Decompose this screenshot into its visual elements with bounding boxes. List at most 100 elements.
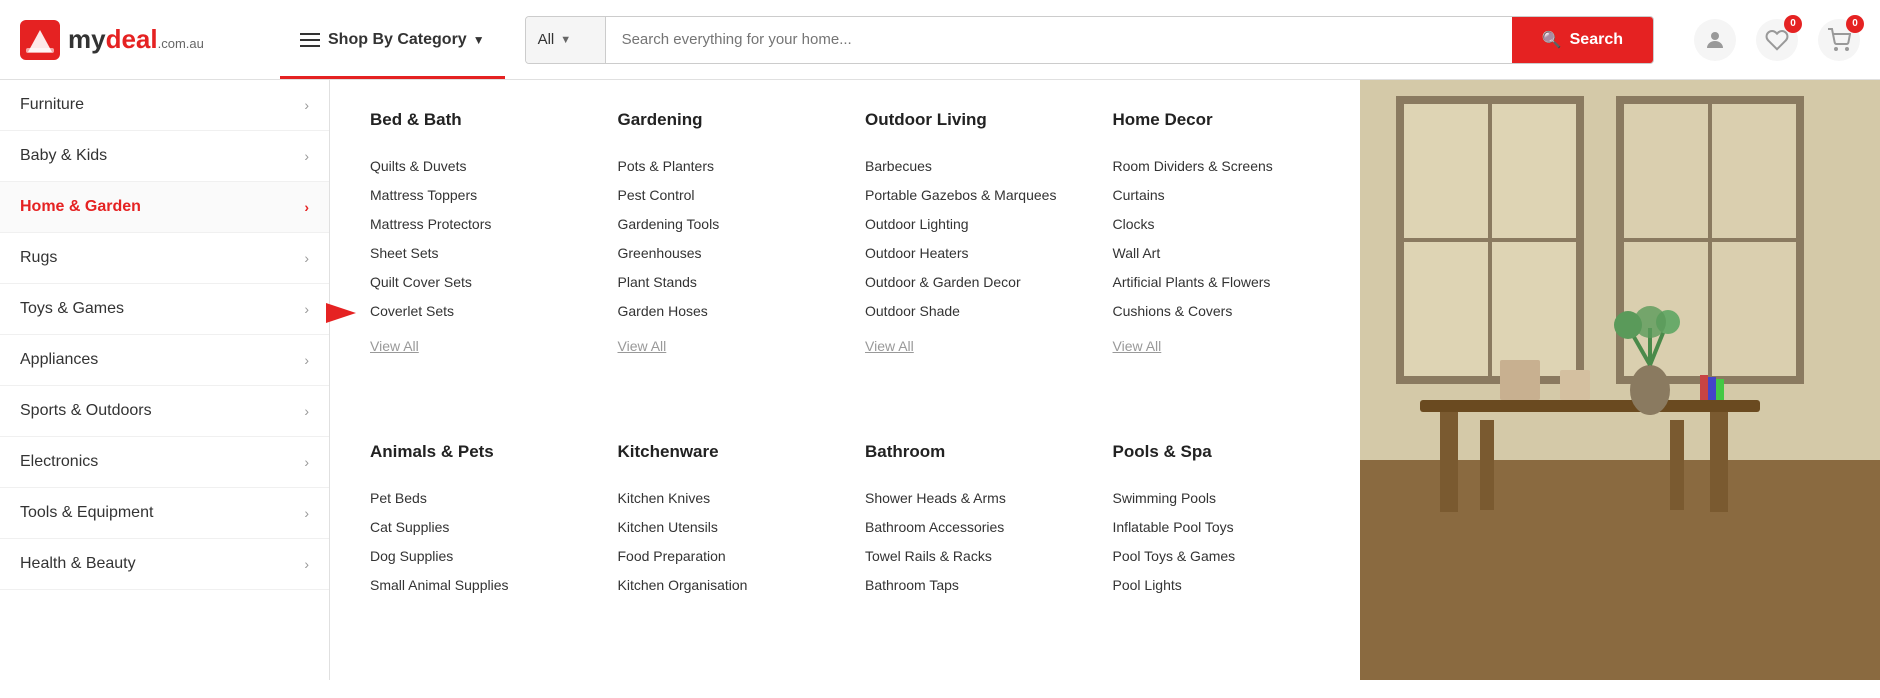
cart-icon (1827, 28, 1851, 52)
link-kitchen-organisation[interactable]: Kitchen Organisation (618, 571, 826, 600)
view-all-gardening[interactable]: View All (618, 332, 826, 361)
search-input[interactable] (606, 17, 1512, 63)
view-all-home-decor[interactable]: View All (1113, 332, 1321, 361)
sidebar-label-sports-outdoors: Sports & Outdoors (20, 402, 152, 420)
link-curtains[interactable]: Curtains (1113, 181, 1321, 210)
sidebar-label-furniture: Furniture (20, 96, 84, 114)
account-button[interactable] (1694, 19, 1736, 61)
link-kitchen-utensils[interactable]: Kitchen Utensils (618, 513, 826, 542)
link-bathroom-taps[interactable]: Bathroom Taps (865, 571, 1073, 600)
view-all-bed-bath[interactable]: View All (370, 332, 578, 361)
category-title-pools-spa: Pools & Spa (1113, 442, 1321, 470)
cart-button[interactable]: 0 (1818, 19, 1860, 61)
link-mattress-toppers[interactable]: Mattress Toppers (370, 181, 578, 210)
link-pet-beds[interactable]: Pet Beds (370, 484, 578, 513)
link-pest-control[interactable]: Pest Control (618, 181, 826, 210)
link-inflatable-pool-toys[interactable]: Inflatable Pool Toys (1113, 513, 1321, 542)
search-icon: 🔍 (1542, 30, 1562, 50)
link-clocks[interactable]: Clocks (1113, 210, 1321, 239)
sidebar-item-baby-kids[interactable]: Baby & Kids › (0, 131, 329, 182)
account-icon-circle (1694, 19, 1736, 61)
sidebar-item-electronics[interactable]: Electronics › (0, 437, 329, 488)
category-pools-spa: Pools & Spa Swimming Pools Inflatable Po… (1113, 442, 1321, 651)
category-outdoor-living: Outdoor Living Barbecues Portable Gazebo… (865, 110, 1073, 412)
chevron-right-icon-rugs: › (304, 250, 309, 266)
hamburger-icon (300, 33, 320, 47)
link-garden-hoses[interactable]: Garden Hoses (618, 297, 826, 326)
cart-badge: 0 (1846, 15, 1864, 33)
category-bathroom: Bathroom Shower Heads & Arms Bathroom Ac… (865, 442, 1073, 651)
logo-area: mydeal.com.au (20, 20, 280, 60)
link-outdoor-garden-decor[interactable]: Outdoor & Garden Decor (865, 268, 1073, 297)
chevron-right-icon-furniture: › (304, 97, 309, 113)
link-coverlet-sets[interactable]: Coverlet Sets (370, 297, 578, 326)
link-pool-lights[interactable]: Pool Lights (1113, 571, 1321, 600)
sidebar-item-sports-outdoors[interactable]: Sports & Outdoors › (0, 386, 329, 437)
link-dog-supplies[interactable]: Dog Supplies (370, 542, 578, 571)
link-quilt-cover-sets[interactable]: Quilt Cover Sets (370, 268, 578, 297)
logo-text: mydeal.com.au (68, 24, 204, 55)
link-plant-stands[interactable]: Plant Stands (618, 268, 826, 297)
chevron-right-icon-health-beauty: › (304, 556, 309, 572)
dropdown-panel: Bed & Bath Quilts & Duvets Mattress Topp… (330, 80, 1360, 680)
link-room-dividers[interactable]: Room Dividers & Screens (1113, 152, 1321, 181)
link-food-preparation[interactable]: Food Preparation (618, 542, 826, 571)
sidebar-item-toys-games[interactable]: Toys & Games › (0, 284, 329, 335)
sidebar-item-appliances[interactable]: Appliances › (0, 335, 329, 386)
link-greenhouses[interactable]: Greenhouses (618, 239, 826, 268)
chevron-right-icon-sports-outdoors: › (304, 403, 309, 419)
category-bed-bath: Bed & Bath Quilts & Duvets Mattress Topp… (370, 110, 578, 412)
link-pool-toys-games[interactable]: Pool Toys & Games (1113, 542, 1321, 571)
search-category-select[interactable]: All ▼ (526, 17, 606, 63)
sidebar-label-rugs: Rugs (20, 249, 57, 267)
link-swimming-pools[interactable]: Swimming Pools (1113, 484, 1321, 513)
category-gardening: Gardening Pots & Planters Pest Control G… (618, 110, 826, 412)
sidebar-label-health-beauty: Health & Beauty (20, 555, 136, 573)
sidebar-item-home-garden[interactable]: Home & Garden › (0, 182, 329, 233)
search-button-label: Search (1570, 31, 1623, 49)
link-wall-art[interactable]: Wall Art (1113, 239, 1321, 268)
link-shower-heads[interactable]: Shower Heads & Arms (865, 484, 1073, 513)
chevron-right-icon-appliances: › (304, 352, 309, 368)
link-kitchen-knives[interactable]: Kitchen Knives (618, 484, 826, 513)
link-gardening-tools[interactable]: Gardening Tools (618, 210, 826, 239)
link-outdoor-shade[interactable]: Outdoor Shade (865, 297, 1073, 326)
link-barbecues[interactable]: Barbecues (865, 152, 1073, 181)
chevron-right-icon-baby-kids: › (304, 148, 309, 164)
account-icon (1703, 28, 1727, 52)
main-content: Furniture › Baby & Kids › Home & Garden … (0, 80, 1880, 680)
link-quilts-duvets[interactable]: Quilts & Duvets (370, 152, 578, 181)
sidebar-item-rugs[interactable]: Rugs › (0, 233, 329, 284)
view-all-outdoor-living[interactable]: View All (865, 332, 1073, 361)
link-artificial-plants[interactable]: Artificial Plants & Flowers (1113, 268, 1321, 297)
link-mattress-protectors[interactable]: Mattress Protectors (370, 210, 578, 239)
search-area: All ▼ 🔍 Search (525, 16, 1654, 64)
link-small-animal-supplies[interactable]: Small Animal Supplies (370, 571, 578, 600)
sidebar-item-furniture[interactable]: Furniture › (0, 80, 329, 131)
hero-image (1360, 80, 1880, 680)
category-title-home-decor: Home Decor (1113, 110, 1321, 138)
heart-icon (1765, 28, 1789, 52)
search-category-value: All (538, 31, 555, 48)
link-outdoor-heaters[interactable]: Outdoor Heaters (865, 239, 1073, 268)
search-button[interactable]: 🔍 Search (1512, 17, 1653, 63)
chevron-right-icon-tools-equipment: › (304, 505, 309, 521)
category-animals-pets: Animals & Pets Pet Beds Cat Supplies Dog… (370, 442, 578, 651)
link-cushions-covers[interactable]: Cushions & Covers (1113, 297, 1321, 326)
chevron-right-icon-electronics: › (304, 454, 309, 470)
category-title-kitchenware: Kitchenware (618, 442, 826, 470)
link-portable-gazebos[interactable]: Portable Gazebos & Marquees (865, 181, 1073, 210)
link-outdoor-lighting[interactable]: Outdoor Lighting (865, 210, 1073, 239)
wishlist-button[interactable]: 0 (1756, 19, 1798, 61)
chevron-right-icon-home-garden: › (304, 199, 309, 215)
link-sheet-sets[interactable]: Sheet Sets (370, 239, 578, 268)
home-garden-arrow (316, 298, 366, 331)
shop-by-category-button[interactable]: Shop By Category ▼ (280, 0, 505, 79)
link-cat-supplies[interactable]: Cat Supplies (370, 513, 578, 542)
sidebar-item-health-beauty[interactable]: Health & Beauty › (0, 539, 329, 590)
sidebar-item-tools-equipment[interactable]: Tools & Equipment › (0, 488, 329, 539)
link-pots-planters[interactable]: Pots & Planters (618, 152, 826, 181)
category-home-decor: Home Decor Room Dividers & Screens Curta… (1113, 110, 1321, 412)
link-bathroom-accessories[interactable]: Bathroom Accessories (865, 513, 1073, 542)
link-towel-rails[interactable]: Towel Rails & Racks (865, 542, 1073, 571)
